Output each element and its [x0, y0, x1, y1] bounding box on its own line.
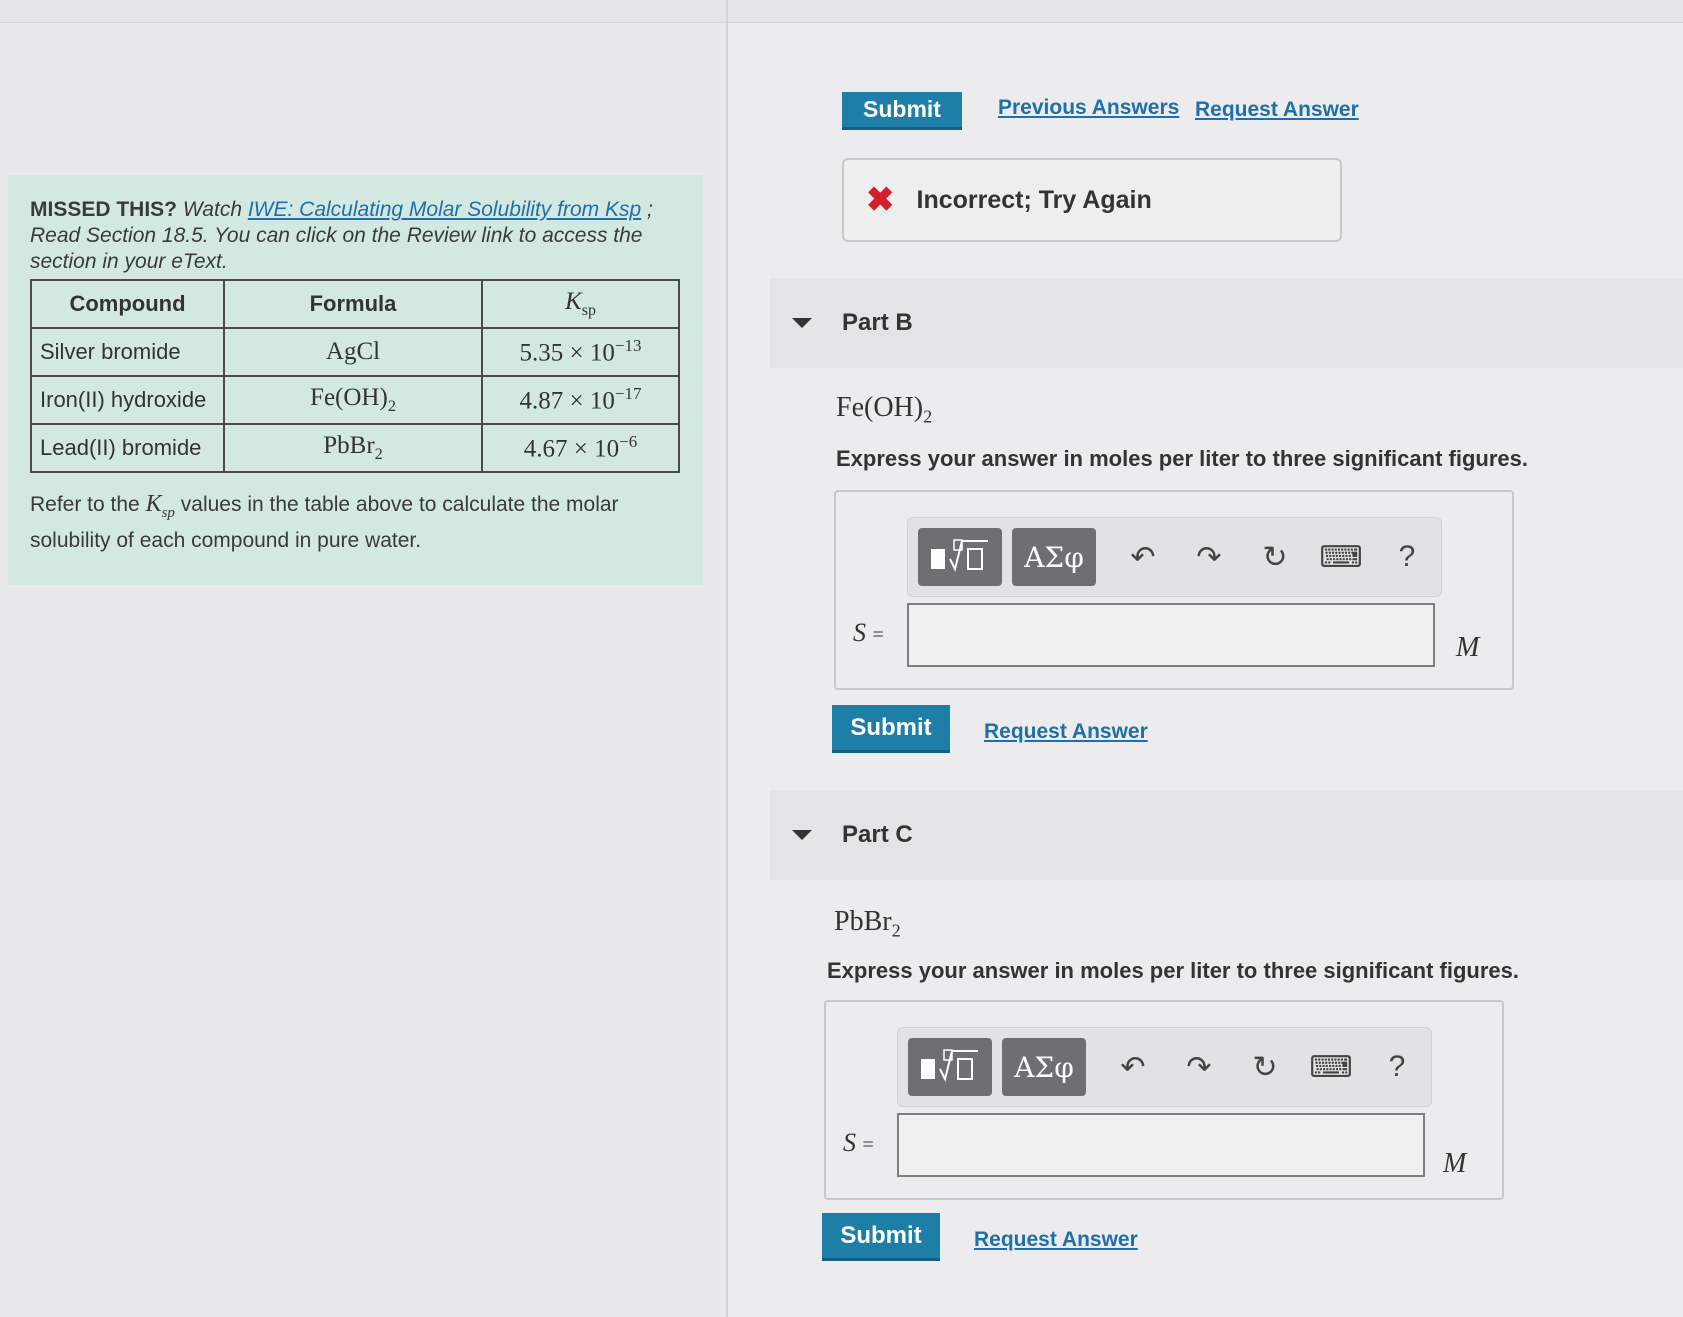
header-formula: Formula [223, 279, 483, 329]
compound-cell: Silver bromide [30, 327, 225, 377]
refer-instruction: Refer to the Ksp values in the table abo… [30, 491, 619, 552]
part-b-answer-input[interactable] [907, 603, 1435, 667]
part-b-formula: Fe(OH)2 [836, 392, 933, 427]
part-c-submit-button[interactable]: Submit [822, 1213, 940, 1261]
ksp-cell: 5.35 × 10−13 [481, 327, 680, 377]
help-button[interactable]: ? [1364, 1050, 1430, 1084]
part-b-submit-button[interactable]: Submit [832, 705, 950, 753]
collapse-caret-icon[interactable] [792, 830, 812, 840]
symbols-button[interactable]: ΑΣφ [1002, 1038, 1086, 1096]
header-ksp: Ksp [481, 279, 680, 329]
part-c-unit: M [1443, 1148, 1467, 1179]
part-b-math-toolbar: ΑΣφ ↶ ↷ ↻ ⌨ ? [907, 517, 1442, 597]
symbols-button[interactable]: ΑΣφ [1012, 528, 1096, 586]
top-strip [0, 0, 1683, 23]
redo-icon[interactable]: ↷ [1176, 540, 1242, 575]
iwe-video-link[interactable]: IWE: Calculating Molar Solubility from K… [248, 198, 641, 221]
ksp-symbol: Ksp [145, 491, 175, 521]
undo-icon[interactable]: ↶ [1100, 1050, 1166, 1085]
help-button[interactable]: ? [1374, 540, 1440, 574]
x-icon: ✖ [866, 181, 895, 219]
compound-cell: Lead(II) bromide [30, 423, 225, 473]
redo-icon[interactable]: ↷ [1166, 1050, 1232, 1085]
undo-icon[interactable]: ↶ [1110, 540, 1176, 575]
panel-divider [726, 0, 728, 1317]
part-c-instruction: Express your answer in moles per liter t… [827, 958, 1519, 983]
part-b-request-answer-link[interactable]: Request Answer [984, 720, 1148, 744]
part-c-variable: S = [843, 1128, 874, 1157]
formula-cell: AgCl [223, 327, 483, 377]
ksp-cell: 4.67 × 10−6 [481, 423, 680, 473]
watch-text: Watch [182, 198, 242, 221]
part-b-header[interactable]: Part B [770, 278, 1683, 368]
reset-icon[interactable]: ↻ [1232, 1050, 1298, 1085]
header-compound: Compound [30, 279, 225, 329]
missed-this-panel: MISSED THIS? Watch IWE: Calculating Mola… [8, 175, 703, 585]
ksp-cell: 4.87 × 10−17 [481, 375, 680, 425]
part-a-request-answer-link[interactable]: Request Answer [1195, 98, 1359, 122]
compound-cell: Iron(II) hydroxide [30, 375, 225, 425]
table-row: Lead(II) bromide PbBr2 4.67 × 10−6 [30, 423, 680, 473]
reset-icon[interactable]: ↻ [1242, 540, 1308, 575]
previous-answers-link[interactable]: Previous Answers [998, 96, 1179, 120]
formula-cell: Fe(OH)2 [223, 375, 483, 425]
feedback-message: ✖ Incorrect; Try Again [842, 158, 1342, 242]
part-b-unit: M [1456, 632, 1480, 663]
table-row: Silver bromide AgCl 5.35 × 10−13 [30, 327, 680, 377]
keyboard-icon[interactable]: ⌨ [1298, 1050, 1364, 1085]
table-header-row: Compound Formula Ksp [30, 279, 680, 329]
part-c-answer-input[interactable] [897, 1113, 1425, 1177]
part-b-variable: S = [853, 618, 884, 647]
part-c-request-answer-link[interactable]: Request Answer [974, 1228, 1138, 1252]
feedback-text: Incorrect; Try Again [916, 185, 1152, 214]
part-c-math-toolbar: ΑΣφ ↶ ↷ ↻ ⌨ ? [897, 1027, 1432, 1107]
part-b-instruction: Express your answer in moles per liter t… [836, 446, 1528, 471]
part-c-formula: PbBr2 [834, 906, 901, 941]
part-b-label: Part B [842, 309, 913, 336]
missed-this-text: MISSED THIS? Watch IWE: Calculating Mola… [30, 197, 681, 275]
table-row: Iron(II) hydroxide Fe(OH)2 4.87 × 10−17 [30, 375, 680, 425]
part-c-label: Part C [842, 821, 913, 848]
missed-this-label: MISSED THIS? [30, 198, 178, 221]
formula-cell: PbBr2 [223, 423, 483, 473]
math-templates-icon[interactable] [918, 528, 1002, 586]
ksp-table: Compound Formula Ksp Silver bromide AgCl… [30, 279, 680, 473]
math-templates-icon[interactable] [908, 1038, 992, 1096]
part-c-header[interactable]: Part C [770, 790, 1683, 880]
part-a-submit-button[interactable]: Submit [842, 92, 962, 130]
collapse-caret-icon[interactable] [792, 318, 812, 328]
keyboard-icon[interactable]: ⌨ [1308, 540, 1374, 575]
